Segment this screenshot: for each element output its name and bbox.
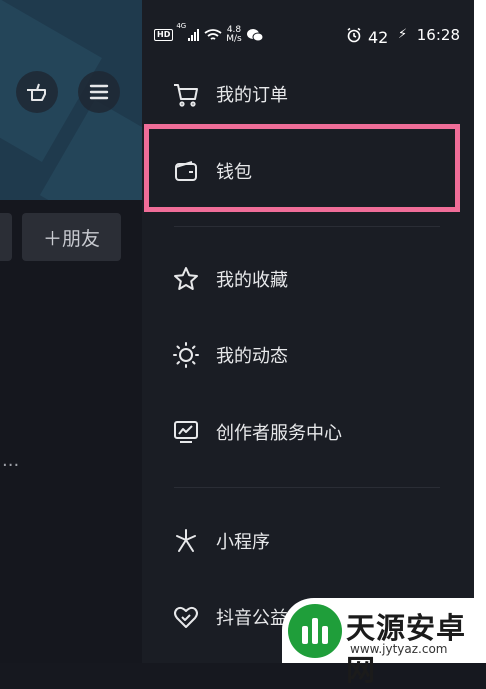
watermark-url: www.jytyaz.com	[350, 642, 448, 656]
divider	[174, 487, 440, 488]
battery-level: 42	[368, 28, 389, 47]
hand-pointer-button[interactable]	[16, 71, 58, 113]
screen-edge	[474, 0, 486, 663]
status-time: 16:28	[416, 26, 460, 44]
menu-item-label: 我的动态	[216, 346, 288, 367]
menu-item-label: 小程序	[216, 532, 270, 553]
hd-badge: HD	[154, 29, 174, 41]
star-icon	[174, 267, 198, 290]
menu-icon	[89, 84, 109, 100]
edit-profile-button[interactable]	[0, 213, 12, 261]
mini-program-icon	[176, 529, 196, 552]
menu-item-moments[interactable]: 我的动态	[172, 341, 288, 369]
menu-item-label: 抖音公益	[216, 608, 288, 629]
side-drawer: HD 4G 4.8 M/s 16:28 42 ⚡ 我的订单 钱包 我的收藏 我的…	[142, 0, 474, 663]
wechat-icon	[246, 29, 264, 42]
speed-unit: M/s	[226, 34, 242, 44]
alarm-icon	[347, 27, 361, 43]
wallet-highlight-frame	[144, 124, 460, 212]
status-bar: HD 4G 4.8 M/s 16:28	[154, 22, 460, 48]
watermark-logo-icon	[288, 604, 342, 658]
menu-item-orders[interactable]: 我的订单	[172, 80, 288, 108]
add-friend-button[interactable]: ＋朋友	[22, 213, 121, 261]
divider	[174, 226, 440, 227]
network-type: 4G	[176, 22, 187, 30]
charity-heart-icon	[174, 606, 198, 628]
menu-item-charity[interactable]: 抖音公益	[172, 603, 288, 631]
menu-item-label: 创作者服务中心	[216, 423, 342, 444]
menu-item-mini-programs[interactable]: 小程序	[172, 527, 270, 555]
menu-item-creator-center[interactable]: 创作者服务中心	[172, 418, 342, 446]
cart-icon	[174, 84, 198, 107]
network-speed: 4.8 M/s	[226, 26, 242, 44]
menu-item-label: 我的收藏	[216, 270, 288, 291]
wifi-icon	[204, 29, 222, 40]
charging-icon: ⚡	[398, 27, 408, 42]
signal-icon	[188, 29, 200, 41]
sun-icon	[173, 342, 199, 368]
hand-pointer-icon	[27, 83, 46, 101]
watermark: 天源安卓网 www.jytyaz.com	[282, 598, 486, 687]
profile-background: ＋朋友 ...	[0, 0, 142, 663]
monitor-chart-icon	[174, 421, 198, 443]
menu-button[interactable]	[78, 71, 120, 113]
menu-item-label: 我的订单	[216, 85, 288, 106]
truncated-text: ...	[2, 450, 20, 471]
menu-item-favorites[interactable]: 我的收藏	[172, 265, 288, 293]
